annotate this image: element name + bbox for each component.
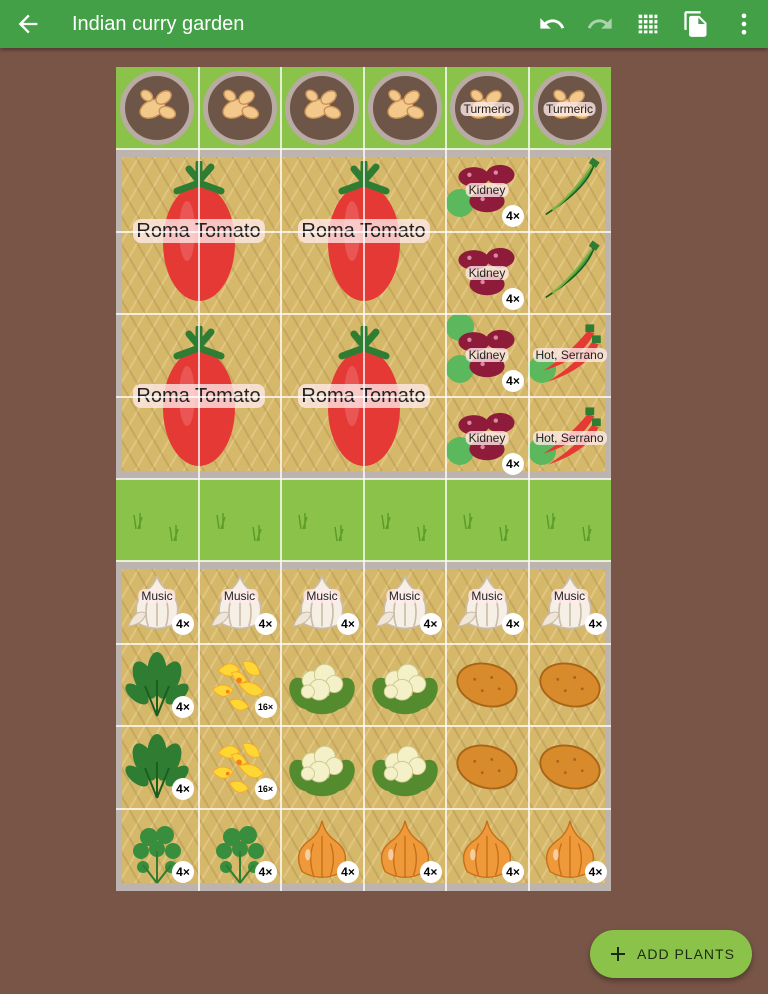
plant-label: Music bbox=[385, 589, 424, 604]
potato-icon bbox=[537, 732, 603, 802]
plant-count-badge: 4× bbox=[419, 613, 442, 636]
plant-label: Music bbox=[550, 589, 589, 604]
potato-icon bbox=[454, 650, 520, 720]
more-options-button[interactable] bbox=[730, 10, 758, 38]
okra-art bbox=[544, 157, 600, 216]
plant-label: Kidney bbox=[465, 430, 509, 445]
grid-line bbox=[116, 230, 611, 233]
plant-count-badge: 4× bbox=[502, 860, 524, 883]
plant-label: Music bbox=[303, 589, 341, 604]
more-vert-icon bbox=[741, 13, 747, 35]
grid-line bbox=[116, 725, 611, 728]
ginger-icon bbox=[130, 77, 186, 133]
arrow-left-icon bbox=[18, 14, 38, 34]
cauliflower-icon bbox=[371, 732, 438, 802]
plant-label: Music bbox=[468, 589, 506, 604]
okra-icon bbox=[537, 238, 603, 304]
grid-toggle-button[interactable] bbox=[634, 10, 662, 38]
plant-label: Turmeric bbox=[543, 102, 596, 116]
grass-cell bbox=[116, 479, 199, 562]
grass-tuft-icon bbox=[380, 513, 427, 542]
app-bar: Indian curry garden bbox=[0, 0, 768, 48]
ginger-icon bbox=[295, 77, 351, 133]
plant-label: Turmeric bbox=[460, 102, 514, 116]
grass-tuft-icon bbox=[463, 513, 509, 542]
grid-line bbox=[116, 642, 611, 645]
undo-button[interactable] bbox=[538, 10, 566, 38]
potato-icon bbox=[537, 650, 603, 720]
plant-count-badge: 16× bbox=[254, 778, 277, 801]
add-plants-label: ADD PLANTS bbox=[637, 946, 735, 962]
plant-count-badge: 16× bbox=[254, 695, 277, 718]
cauliflower-art bbox=[289, 745, 355, 797]
ginger-art bbox=[139, 89, 177, 120]
potato-art bbox=[538, 744, 601, 790]
plant-count-badge: 4× bbox=[584, 613, 607, 636]
plant-label: Kidney bbox=[465, 348, 509, 363]
plant-count-badge: 4× bbox=[419, 860, 442, 883]
plant-count-badge: 4× bbox=[502, 287, 524, 310]
ginger-art bbox=[386, 89, 424, 120]
file-copy-icon bbox=[684, 11, 707, 37]
cauliflower-art bbox=[371, 663, 438, 715]
redo-icon bbox=[587, 18, 612, 29]
plant-label: Hot, Serrano bbox=[532, 430, 607, 445]
plant-label: Hot, Serrano bbox=[532, 348, 607, 363]
potato-icon bbox=[454, 732, 520, 802]
grid-line bbox=[116, 313, 611, 316]
ginger-art bbox=[221, 89, 259, 120]
potato-art bbox=[456, 744, 518, 790]
plant-label: Music bbox=[138, 589, 176, 604]
plant-count-badge: 4× bbox=[254, 613, 277, 636]
plant-label: Kidney bbox=[465, 265, 509, 280]
grass-cell bbox=[363, 479, 446, 562]
plant-count-badge: 4× bbox=[254, 860, 277, 883]
plant-count-badge: 4× bbox=[172, 860, 194, 883]
grid-line bbox=[116, 807, 611, 810]
cauliflower-art bbox=[289, 663, 355, 715]
plant-count-badge: 4× bbox=[337, 860, 359, 883]
plus-icon bbox=[611, 947, 625, 961]
garden-canvas[interactable]: Turmeric Turmeric Roma Tomato Roma Tomat… bbox=[116, 67, 611, 891]
plant-count-badge: 4× bbox=[502, 452, 524, 475]
grass-cell bbox=[446, 479, 529, 562]
ginger-art bbox=[304, 89, 342, 120]
okra-art bbox=[544, 240, 600, 298]
potato-art bbox=[538, 662, 601, 708]
grass-tuft-icon bbox=[133, 513, 179, 542]
grass-tuft-icon bbox=[545, 513, 592, 542]
cauliflower-icon bbox=[289, 650, 355, 720]
redo-button[interactable] bbox=[586, 10, 614, 38]
add-plants-button[interactable]: ADD PLANTS bbox=[590, 930, 752, 978]
grass-tuft-icon bbox=[298, 513, 344, 542]
ginger-icon bbox=[213, 77, 269, 133]
plant-count-badge: 4× bbox=[584, 860, 607, 883]
grass-cell bbox=[198, 479, 281, 562]
plant-label: Kidney bbox=[465, 183, 509, 198]
grid-toggle-icon bbox=[638, 14, 658, 34]
potato-art bbox=[456, 662, 518, 708]
plant-count-badge: 4× bbox=[172, 695, 194, 718]
okra-icon bbox=[537, 155, 603, 221]
cauliflower-icon bbox=[371, 650, 438, 720]
grid-line bbox=[116, 148, 611, 151]
grid-line bbox=[116, 560, 611, 563]
ginger-icon bbox=[378, 77, 434, 133]
undo-icon bbox=[540, 18, 565, 29]
grid-line bbox=[116, 478, 611, 480]
grass-cell bbox=[528, 479, 611, 562]
plant-label: Music bbox=[220, 589, 259, 604]
garden-title: Indian curry garden bbox=[72, 13, 245, 35]
cauliflower-icon bbox=[289, 732, 355, 802]
grass-cell bbox=[281, 479, 364, 562]
pages-button[interactable] bbox=[682, 10, 710, 38]
back-button[interactable] bbox=[14, 10, 42, 38]
cauliflower-art bbox=[371, 745, 438, 797]
grid-line bbox=[116, 395, 611, 398]
grass-tuft-icon bbox=[215, 513, 262, 542]
